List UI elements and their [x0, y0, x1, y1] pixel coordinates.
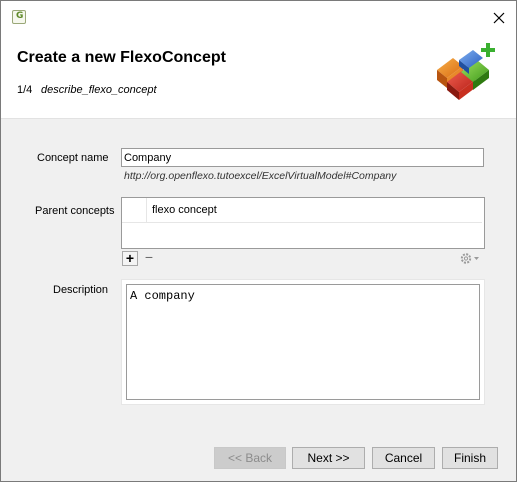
- next-button[interactable]: Next >>: [292, 447, 365, 469]
- description-container: A company: [121, 279, 485, 405]
- wizard-header: Create a new FlexoConcept 1/4 describe_f…: [1, 34, 516, 119]
- concept-name-label: Concept name: [37, 152, 109, 164]
- title-bar: G: [1, 1, 516, 34]
- parent-concepts-label: Parent concepts: [35, 205, 115, 217]
- wizard-dialog: G Create a new FlexoConcept 1/4 describe…: [0, 0, 517, 482]
- description-label: Description: [53, 284, 109, 296]
- concept-uri: http://org.openflexo.tutoexcel/ExcelVirt…: [124, 170, 397, 182]
- parent-concepts-table[interactable]: flexo concept: [121, 197, 485, 249]
- row-checkbox-cell[interactable]: [122, 198, 147, 222]
- parent-concept-name: flexo concept: [152, 204, 217, 216]
- gear-icon[interactable]: [459, 251, 483, 266]
- step-number: 1/4: [17, 84, 33, 96]
- add-parent-button[interactable]: +: [122, 251, 138, 266]
- back-button[interactable]: << Back: [214, 447, 286, 469]
- description-textarea[interactable]: A company: [126, 284, 480, 400]
- step-name: describe_flexo_concept: [41, 84, 157, 96]
- close-icon[interactable]: [490, 9, 508, 27]
- cancel-button[interactable]: Cancel: [372, 447, 435, 469]
- finish-button[interactable]: Finish: [442, 447, 498, 469]
- flexo-app-icon: G: [12, 10, 26, 24]
- concept-name-field[interactable]: Company: [121, 148, 484, 167]
- table-row[interactable]: flexo concept: [122, 198, 482, 223]
- flexo-concept-add-icon: [431, 42, 501, 106]
- page-title: Create a new FlexoConcept: [17, 49, 226, 66]
- remove-parent-button[interactable]: −: [141, 250, 157, 266]
